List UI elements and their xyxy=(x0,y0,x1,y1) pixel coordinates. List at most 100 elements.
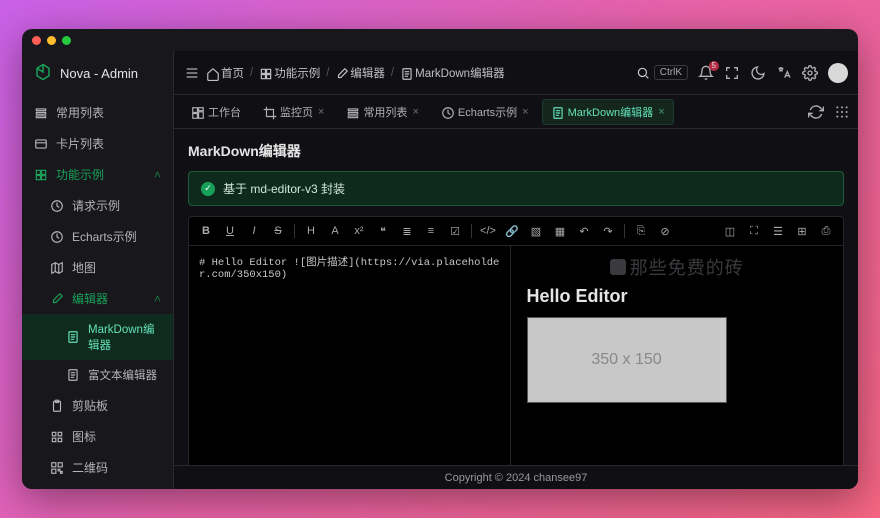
window-close-dot[interactable] xyxy=(32,36,41,45)
preview-placeholder-image: 350 x 150 xyxy=(527,317,727,403)
tabs-actions xyxy=(808,104,850,120)
breadcrumb-item-2[interactable]: 编辑器 xyxy=(335,65,385,81)
alert-success-icon xyxy=(201,182,215,196)
sidebar-item-6[interactable]: 编辑器˄ xyxy=(22,283,173,314)
tool-code[interactable]: </> xyxy=(477,221,499,241)
sidebar-item-label: 地图 xyxy=(72,259,96,276)
sidebar-item-label: 剪贴板 xyxy=(72,397,108,414)
sidebar-item-10[interactable]: 图标 xyxy=(22,421,173,452)
sidebar-item-1[interactable]: 卡片列表 xyxy=(22,128,173,159)
tool-html-preview[interactable]: ⊞ xyxy=(791,221,813,241)
page-body: MarkDown编辑器 基于 md-editor-v3 封装 B U I S H… xyxy=(174,129,858,465)
window-minimize-dot[interactable] xyxy=(47,36,56,45)
tab-label: Echarts示例 xyxy=(458,104,517,120)
tab-close-icon[interactable]: × xyxy=(412,106,418,118)
tab-label: 监控页 xyxy=(280,104,313,120)
tool-ul[interactable]: ≣ xyxy=(396,221,418,241)
main-layout: Nova - Admin 常用列表卡片列表功能示例˄请求示例Echarts示例地… xyxy=(22,51,858,489)
tool-fullscreen[interactable]: ⛶ xyxy=(743,221,765,241)
fullscreen-icon[interactable] xyxy=(724,65,740,81)
sidebar-item-11[interactable]: 二维码 xyxy=(22,452,173,483)
window-zoom-dot[interactable] xyxy=(62,36,71,45)
tool-preview-toggle[interactable]: ◫ xyxy=(719,221,741,241)
sidebar-item-label: Echarts示例 xyxy=(72,228,137,245)
settings-icon[interactable] xyxy=(802,65,818,81)
grid-icon xyxy=(50,430,64,444)
tool-heading[interactable]: H xyxy=(300,221,322,241)
tool-link[interactable]: 🔗 xyxy=(501,221,523,241)
tabs-more-icon[interactable] xyxy=(834,104,850,120)
doc-icon xyxy=(551,106,563,118)
user-avatar[interactable] xyxy=(828,63,848,83)
tab-3[interactable]: Echarts示例 × xyxy=(432,99,538,125)
sidebar-item-7[interactable]: MarkDown编辑器 xyxy=(22,314,173,360)
tab-close-icon[interactable]: × xyxy=(522,106,528,118)
breadcrumb: 首页/功能示例/编辑器/MarkDown编辑器 xyxy=(206,65,505,81)
sidebar-item-4[interactable]: Echarts示例 xyxy=(22,221,173,252)
tool-strike[interactable]: S xyxy=(267,221,289,241)
notifications-icon[interactable]: 5 xyxy=(698,65,714,81)
tool-quote[interactable]: ❝ xyxy=(372,221,394,241)
tab-2[interactable]: 常用列表 × xyxy=(337,99,427,125)
sidebar-item-label: 常用列表 xyxy=(56,104,104,121)
tab-4[interactable]: MarkDown编辑器× xyxy=(542,99,674,125)
brand[interactable]: Nova - Admin xyxy=(22,51,173,95)
doc-icon xyxy=(66,368,80,382)
list-icon xyxy=(34,106,48,120)
edit-icon xyxy=(335,67,347,79)
doc-icon xyxy=(66,330,80,344)
chevron-up-icon: ˄ xyxy=(154,168,161,182)
watermark-text: 那些免费的砖 xyxy=(630,254,744,280)
preview-watermark: 那些免费的砖 xyxy=(610,254,744,280)
dashboard-icon xyxy=(191,106,203,118)
editor-source[interactable]: # Hello Editor ![图片描述](https://via.place… xyxy=(189,246,511,465)
tab-close-icon[interactable]: × xyxy=(658,106,664,118)
tool-redo[interactable]: ↷ xyxy=(597,221,619,241)
tool-ol[interactable]: ≡ xyxy=(420,221,442,241)
tab-label: 常用列表 xyxy=(363,104,407,120)
qr-icon xyxy=(50,461,64,475)
sidebar-collapse-icon[interactable] xyxy=(184,65,200,81)
tool-undo[interactable]: ↶ xyxy=(573,221,595,241)
tab-0[interactable]: 工作台 xyxy=(182,99,250,125)
tool-underline[interactable]: U xyxy=(219,221,241,241)
footer-text: Copyright © 2024 chansee97 xyxy=(445,472,588,484)
plugin-icon xyxy=(34,168,48,182)
sidebar-item-label: 功能示例 xyxy=(56,166,104,183)
topbar: 首页/功能示例/编辑器/MarkDown编辑器 CtrlK 5 xyxy=(174,51,858,95)
tool-bold[interactable]: B xyxy=(195,221,217,241)
breadcrumb-item-0[interactable]: 首页 xyxy=(206,65,244,81)
tool-image[interactable]: ▧ xyxy=(525,221,547,241)
tool-save[interactable]: ⎘ xyxy=(630,221,652,241)
breadcrumb-item-1[interactable]: 功能示例 xyxy=(259,65,320,81)
tool-github[interactable]: ⎙ xyxy=(815,221,837,241)
tool-sup[interactable]: x² xyxy=(348,221,370,241)
tabs-refresh-icon[interactable] xyxy=(808,104,824,120)
sidebar-item-0[interactable]: 常用列表 xyxy=(22,97,173,128)
sidebar-item-3[interactable]: 请求示例 xyxy=(22,190,173,221)
language-icon[interactable] xyxy=(776,65,792,81)
search-shortcut[interactable]: CtrlK xyxy=(636,65,688,80)
tab-close-icon[interactable]: × xyxy=(318,106,324,118)
sidebar-item-8[interactable]: 富文本编辑器 xyxy=(22,360,173,390)
theme-toggle-icon[interactable] xyxy=(750,65,766,81)
breadcrumb-sep: / xyxy=(326,67,329,79)
tab-1[interactable]: 监控页 × xyxy=(254,99,333,125)
sidebar-item-5[interactable]: 地图 xyxy=(22,252,173,283)
tool-font[interactable]: A xyxy=(324,221,346,241)
tool-task[interactable]: ☑ xyxy=(444,221,466,241)
sidebar-item-label: MarkDown编辑器 xyxy=(88,321,161,353)
breadcrumb-item-3[interactable]: MarkDown编辑器 xyxy=(400,65,504,81)
app-window: Nova - Admin 常用列表卡片列表功能示例˄请求示例Echarts示例地… xyxy=(22,29,858,489)
tool-clear[interactable]: ⊘ xyxy=(654,221,676,241)
tabs-bar: 工作台监控页×常用列表×Echarts示例×MarkDown编辑器× xyxy=(174,95,858,129)
sidebar-item-9[interactable]: 剪贴板 xyxy=(22,390,173,421)
page-title: MarkDown编辑器 xyxy=(188,141,844,161)
sidebar-item-2[interactable]: 功能示例 ˄ xyxy=(22,159,173,190)
toolbar-sep xyxy=(294,224,295,238)
tool-catalog[interactable]: ☰ xyxy=(767,221,789,241)
tool-italic[interactable]: I xyxy=(243,221,265,241)
tool-table[interactable]: ▦ xyxy=(549,221,571,241)
sidebar-item-12[interactable]: 省市区联动 xyxy=(22,483,173,489)
tab-label: 工作台 xyxy=(208,104,241,120)
